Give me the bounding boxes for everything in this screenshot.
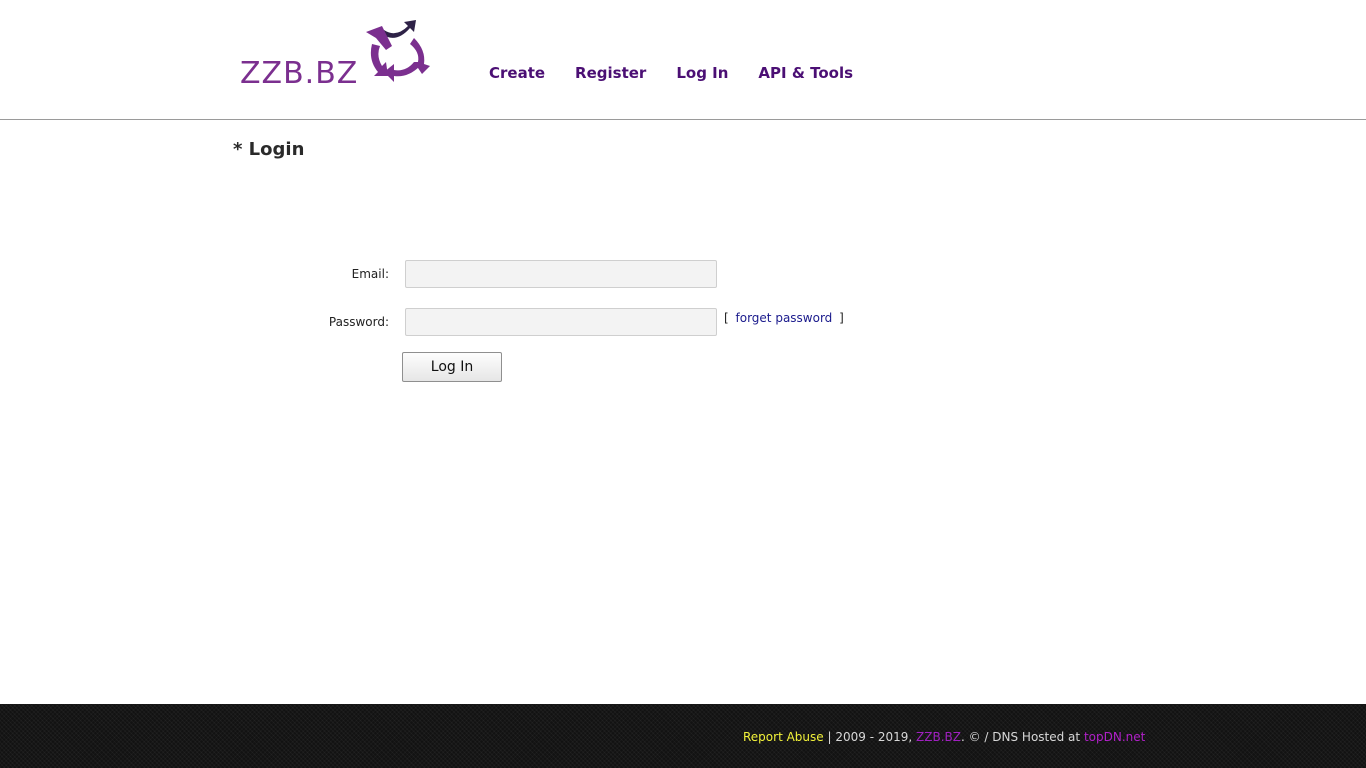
report-abuse-link[interactable]: Report Abuse [743,730,824,744]
logo-text: ZZB.BZ [240,56,359,91]
nav-create[interactable]: Create [489,64,545,82]
nav-api-tools[interactable]: API & Tools [758,64,853,82]
forget-password-link[interactable]: forget password [736,311,833,325]
footer-text: Report Abuse | 2009 - 2019, ZZB.BZ. © / … [743,730,1145,744]
password-row: Password: [ forget password ] [300,307,844,337]
site-footer: Report Abuse | 2009 - 2019, ZZB.BZ. © / … [0,704,1366,768]
footer-copyright: | 2009 - 2019, [823,730,917,744]
footer-host-link[interactable]: topDN.net [1084,730,1145,744]
nav-log-in[interactable]: Log In [676,64,728,82]
footer-brand-link[interactable]: ZZB.BZ [916,730,961,744]
bracket-close: ] [839,311,844,325]
email-row: Email: [300,259,717,289]
circular-arrows-icon [366,20,430,82]
email-label: Email: [351,267,389,281]
footer-dns-text: . © / DNS Hosted at [960,730,1084,744]
main-nav: Create Register Log In API & Tools [489,64,883,82]
nav-register[interactable]: Register [575,64,646,82]
forget-password-wrapper: [ forget password ] [724,311,844,325]
site-header: ZZB.BZ Create Register Log In API & Tool… [0,0,1366,120]
page-title: * Login [233,139,305,160]
email-field[interactable] [405,260,717,288]
log-in-button[interactable]: Log In [402,352,502,382]
password-label: Password: [328,315,389,329]
bracket-open: [ [724,311,729,325]
site-logo[interactable]: ZZB.BZ [236,16,436,96]
password-field[interactable] [405,308,717,336]
